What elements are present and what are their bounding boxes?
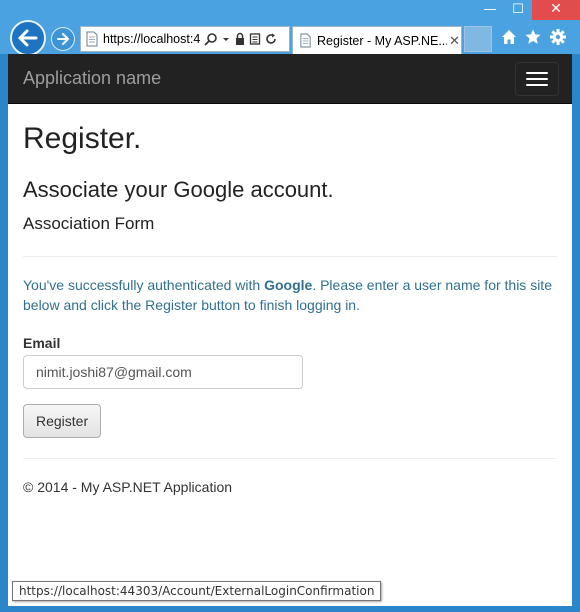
form-heading: Association Form xyxy=(23,214,155,233)
status-link-tooltip: https://localhost:44303/Account/External… xyxy=(12,581,382,601)
minimize-button[interactable]: — xyxy=(474,0,506,20)
back-icon xyxy=(18,29,38,47)
close-window-button[interactable]: ✕ xyxy=(532,0,580,20)
forward-icon xyxy=(57,33,69,45)
compat-icon[interactable] xyxy=(249,32,261,46)
info-provider: Google xyxy=(264,277,313,293)
favorites-star-icon[interactable] xyxy=(524,28,542,46)
email-field[interactable] xyxy=(23,355,303,389)
divider xyxy=(23,256,557,257)
lock-icon[interactable] xyxy=(234,32,246,46)
forward-button[interactable] xyxy=(51,27,75,51)
address-bar[interactable]: https://localhost:4 xyxy=(80,26,290,52)
page-icon xyxy=(299,33,312,48)
address-url[interactable]: https://localhost:4 xyxy=(103,32,201,46)
footer-divider xyxy=(23,458,557,459)
tab-close-icon[interactable]: ✕ xyxy=(449,33,460,49)
page-subtitle: Associate your Google account. xyxy=(23,177,334,202)
menu-icon-bar xyxy=(526,78,548,80)
menu-icon-bar xyxy=(526,72,548,74)
navbar: Application name xyxy=(8,54,572,104)
tab-register[interactable]: Register - My ASP.NE... ✕ xyxy=(292,26,462,54)
email-label: Email xyxy=(23,335,61,351)
search-icon[interactable] xyxy=(204,32,218,46)
navbar-toggle-button[interactable] xyxy=(515,62,559,96)
tab-title: Register - My ASP.NE... xyxy=(317,33,447,48)
settings-gear-icon[interactable] xyxy=(549,28,567,46)
page-icon xyxy=(85,31,99,47)
info-message: You've successfully authenticated with G… xyxy=(23,275,557,315)
brand-link[interactable]: Application name xyxy=(23,68,161,89)
page-viewport: Application name Register. Associate you… xyxy=(8,54,572,606)
info-prefix: You've successfully authenticated with xyxy=(23,277,265,293)
maximize-button[interactable]: ☐ xyxy=(504,0,532,20)
new-tab-button[interactable] xyxy=(464,26,492,52)
main-content: Register. Associate your Google account.… xyxy=(8,122,572,495)
dropdown-icon[interactable] xyxy=(221,32,231,46)
footer-text: © 2014 - My ASP.NET Application xyxy=(23,479,233,495)
home-icon[interactable] xyxy=(500,28,518,46)
register-button[interactable]: Register xyxy=(23,404,102,438)
menu-icon-bar xyxy=(526,84,548,86)
refresh-icon[interactable] xyxy=(264,32,278,46)
browser-chrome: — ☐ ✕ https://localhost:4 Register - My … xyxy=(0,0,580,56)
back-button[interactable] xyxy=(10,20,46,56)
page-title: Register. xyxy=(23,122,142,155)
